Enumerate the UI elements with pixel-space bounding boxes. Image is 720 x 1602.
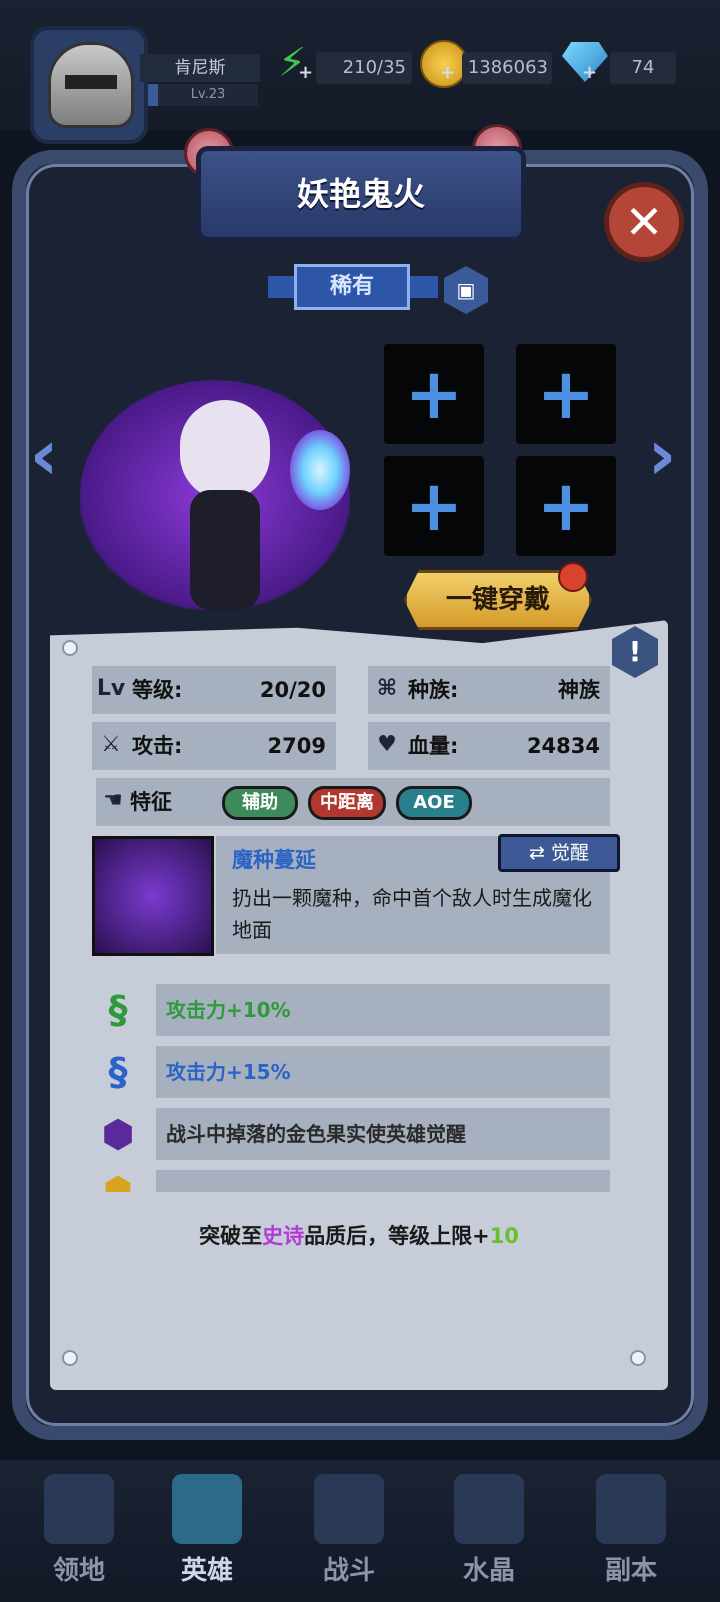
rarity-ribbon-left [268,276,296,298]
ghost-flame-icon [290,430,350,510]
notice-quality: 史诗 [262,1224,305,1248]
stat-hp: ♥ 血量: 24834 [368,722,610,770]
bonus-row: 攻击力+10% [156,984,610,1036]
hero-body [190,490,260,610]
nav-label: 水晶 [462,1556,515,1586]
stat-hp-label: 血量: [408,734,459,758]
trait-tag-aoe: AOE [396,786,472,820]
green-rank-icon: § [108,988,128,1032]
tentacle-skill-icon[interactable] [92,836,214,956]
stat-race-value: 神族 [558,678,600,702]
rarity-ribbon-right [410,276,438,298]
pin-icon [62,1350,78,1366]
stat-attack-value: 2709 [267,734,326,758]
equip-slot-armor[interactable]: + [516,344,616,444]
plus-icon: + [404,353,464,435]
notice-prefix: 突破至 [199,1224,263,1248]
notification-dot [558,562,588,592]
stat-hp-value: 24834 [526,734,600,758]
nav-label: 英雄 [180,1556,233,1586]
hand-icon: ☚ [103,788,123,813]
nav-label: 副本 [604,1556,657,1586]
race-icon: ⌘ [376,676,398,701]
nav-territory[interactable]: 领地 [14,1470,144,1598]
hero-hat-icon [172,1474,242,1544]
bonus-row-partial: ⬢ [96,1170,610,1192]
battle-icon [314,1474,384,1544]
stat-level-label: 等级: [132,678,183,702]
plus-icon: + [536,353,596,435]
player-name: 肯尼斯 [140,54,260,82]
bonus-row-bg [156,1170,610,1192]
knight-helmet-icon [48,42,134,128]
awaken-button[interactable]: ⇄ 觉醒 [498,834,620,872]
gold-add-icon[interactable]: + [440,62,455,83]
gold-value: 1386063 [462,52,552,84]
stat-attack: ⚔ 攻击: 2709 [92,722,336,770]
bonus-row-locked: 战斗中掉落的金色果实使英雄觉醒 [156,1108,610,1160]
stat-level-value: 20/20 [259,678,326,702]
crystal-icon [454,1474,524,1544]
hero-portrait [70,340,360,630]
awaken-label: 觉醒 [550,842,589,864]
equip-slot-pants[interactable]: + [384,456,484,556]
trait-tag-support: 辅助 [222,786,298,820]
equip-slot-weapon[interactable]: + [384,344,484,444]
trait-tag-mid-range: 中距离 [308,786,386,820]
hero-title: 妖艳鬼火 [296,175,425,213]
stat-attack-label: 攻击: [132,734,183,758]
notice-middle: 品质后，等级上限+ [304,1224,490,1248]
notice-amount: 10 [489,1224,519,1248]
castle-icon [44,1474,114,1544]
close-button[interactable]: ✕ [604,182,684,262]
equip-slot-accessory[interactable]: + [516,456,616,556]
player-level: Lv.23 [148,84,258,106]
sword-icon: ⚔ [101,732,121,757]
plus-icon: + [404,465,464,547]
breakthrough-notice: 突破至史诗品质后，等级上限+10 [50,1216,668,1256]
nav-label: 战斗 [322,1556,375,1586]
stat-level: Lv 等级: 20/20 [92,666,336,714]
skill-description: 扔出一颗魔种，命中首个敌人时生成魔化地面 [232,886,592,942]
gem-add-icon[interactable]: + [582,62,597,83]
plus-icon: + [536,465,596,547]
rarity-badge: 稀有 [294,264,410,310]
blue-rank-icon: § [108,1050,128,1094]
skill-name: 魔种蔓延 [232,848,316,872]
level-icon: Lv [96,676,126,701]
energy-value: 210/35 [316,52,412,84]
gold-rank-icon: ⬢ [103,1170,133,1192]
stat-race-label: 种族: [408,678,459,702]
portal-icon [596,1474,666,1544]
gem-value: 74 [610,52,676,84]
next-hero-arrow[interactable]: › [642,410,682,500]
hero-face [180,400,270,500]
nav-dungeon[interactable]: 副本 [566,1470,696,1598]
pin-icon [630,1350,646,1366]
swap-icon: ⇄ [529,842,551,864]
nav-crystal[interactable]: 水晶 [424,1470,554,1598]
heart-icon: ♥ [377,732,397,757]
nav-label: 领地 [52,1556,105,1586]
traits-label: 特征 [130,790,172,814]
bonus-row: 攻击力+15% [156,1046,610,1098]
stat-race: ⌘ 种族: 神族 [368,666,610,714]
nav-heroes[interactable]: 英雄 [142,1470,272,1598]
lock-icon: ⬢ [101,1112,135,1156]
nav-battle[interactable]: 战斗 [284,1470,414,1598]
player-avatar[interactable] [30,26,148,144]
previous-hero-arrow[interactable]: ‹ [24,410,64,500]
pin-icon [62,640,78,656]
energy-add-icon[interactable]: + [298,62,313,83]
